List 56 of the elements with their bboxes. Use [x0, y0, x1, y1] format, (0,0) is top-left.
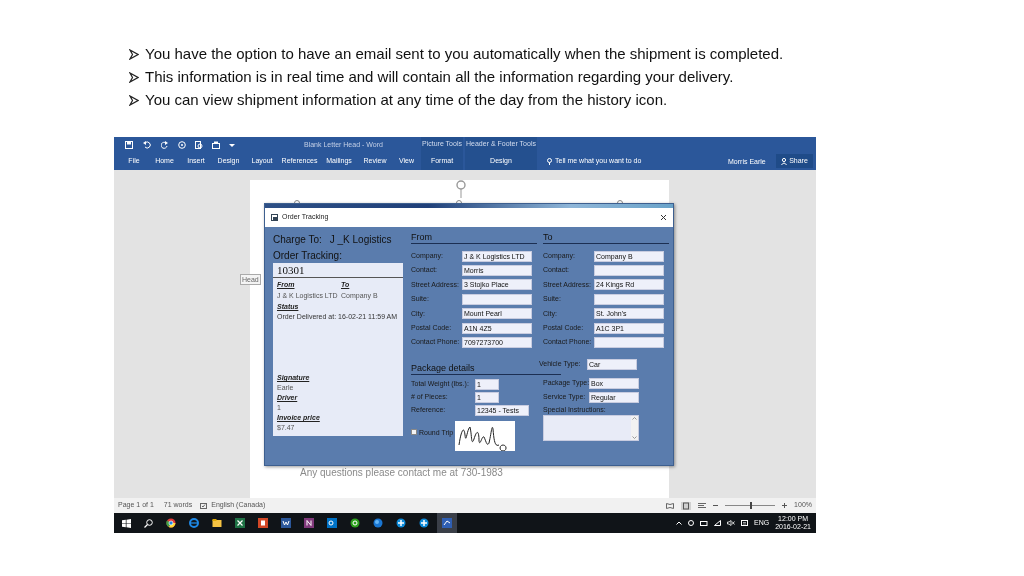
bullet-text: You have the option to have an email sent to you automatically when the shipment is completed.	[145, 43, 784, 64]
bullet-arrow-icon	[129, 48, 139, 60]
footer-text: Any questions please contact me at 730-1983	[300, 466, 503, 480]
scroll-down-icon[interactable]	[632, 436, 637, 440]
charge-to-label: Charge To:	[273, 232, 322, 247]
palette-icon[interactable]	[178, 140, 186, 149]
search-icon[interactable]	[144, 518, 153, 528]
text-field[interactable]	[462, 293, 532, 305]
notifications-icon[interactable]	[741, 519, 748, 527]
text-field[interactable]	[594, 293, 664, 305]
order-number: 10301	[273, 263, 403, 278]
address-heading: From	[411, 231, 537, 244]
bullet-text: This information is in real time and will contain all the information regarding your delivery.	[145, 66, 734, 87]
proofing-icon[interactable]	[200, 502, 208, 509]
redo-icon[interactable]	[161, 140, 169, 149]
chevron-up-icon[interactable]	[676, 521, 682, 525]
web-layout-icon[interactable]	[698, 502, 707, 509]
undo-icon[interactable]	[142, 140, 152, 149]
zoom-in-icon[interactable]	[782, 503, 788, 508]
print-icon[interactable]	[212, 140, 220, 149]
address-heading: To	[543, 231, 669, 244]
save-icon[interactable]	[125, 140, 133, 149]
app-icon[interactable]	[166, 518, 176, 528]
scroll-up-icon[interactable]	[632, 417, 637, 421]
app-icon[interactable]	[212, 518, 222, 528]
bullet-text: You can view shipment information at any time of the day from the history icon.	[145, 89, 668, 110]
app-icon[interactable]	[350, 518, 360, 528]
text-field[interactable]	[594, 265, 664, 277]
customize-caret-icon[interactable]	[229, 141, 235, 148]
battery-icon[interactable]	[700, 520, 708, 526]
print-preview-icon[interactable]	[195, 140, 203, 149]
close-icon[interactable]	[660, 214, 667, 221]
signature-drawing	[455, 420, 516, 451]
print-layout-icon[interactable]	[681, 501, 692, 510]
zoom-out-icon[interactable]	[713, 503, 719, 508]
scrollbar[interactable]	[631, 416, 638, 441]
tray-app-icon[interactable]	[688, 520, 694, 526]
app-icon[interactable]	[281, 518, 291, 528]
text-area[interactable]	[543, 415, 639, 442]
order-tracking-label: Order Tracking:	[273, 248, 343, 263]
network-icon[interactable]	[714, 520, 721, 526]
lightbulb-icon	[547, 157, 552, 165]
app-window-icon	[271, 214, 278, 221]
person-icon	[781, 157, 788, 165]
slider-thumb[interactable]	[750, 502, 753, 509]
checkbox[interactable]	[411, 428, 417, 435]
app-icon[interactable]	[373, 518, 383, 528]
charge-to-value: J _K Logistics	[329, 232, 392, 247]
read-mode-icon[interactable]	[666, 502, 675, 509]
text-field[interactable]	[594, 337, 664, 349]
app-icon[interactable]	[304, 518, 314, 528]
rotate-handle-icon[interactable]	[455, 180, 467, 198]
muted-speaker-icon[interactable]	[727, 520, 735, 526]
bullet-arrow-icon	[129, 71, 139, 83]
bullet-arrow-icon	[129, 94, 139, 106]
windows-logo-icon[interactable]	[122, 518, 131, 528]
